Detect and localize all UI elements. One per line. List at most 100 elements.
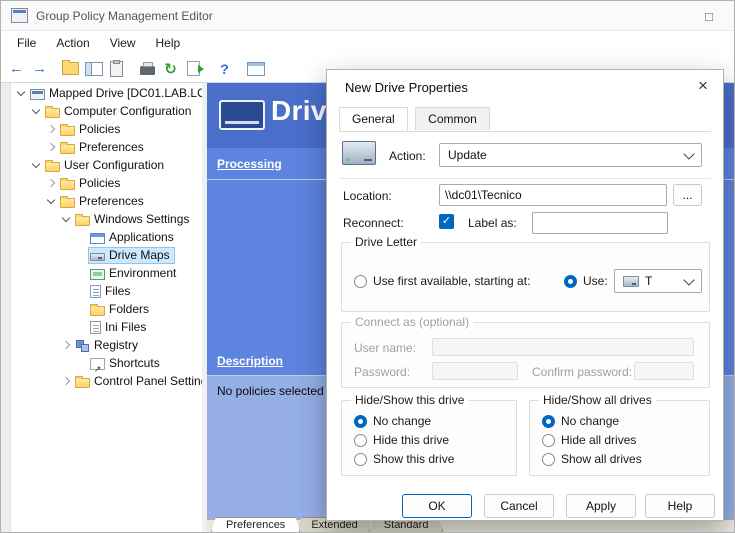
- folder-icon: [60, 180, 75, 190]
- tree-item-computer-configuration[interactable]: Computer Configuration: [11, 102, 202, 120]
- action-select[interactable]: Update: [439, 143, 702, 167]
- tree-item-applications[interactable]: Applications: [11, 228, 202, 246]
- menu-view[interactable]: View: [100, 32, 146, 54]
- back-icon[interactable]: ←: [5, 57, 28, 80]
- confirm-password-label: Confirm password:: [532, 365, 632, 379]
- ini-file-icon: [90, 321, 101, 334]
- chevron-down-icon[interactable]: [30, 156, 43, 174]
- radio-all-no-change[interactable]: No change: [542, 413, 619, 429]
- radio-icon: [542, 453, 555, 466]
- tree-item-ini-files[interactable]: Ini Files: [11, 318, 202, 336]
- tree-item-control-panel-settings[interactable]: Control Panel Setting: [11, 372, 202, 390]
- tab-preferences[interactable]: Preferences: [211, 517, 300, 532]
- label-as-input[interactable]: [532, 212, 668, 234]
- ok-button[interactable]: OK: [402, 494, 472, 518]
- print-icon[interactable]: [136, 57, 159, 80]
- hide-show-all-drives-group: Hide/Show all drives No change Hide all …: [529, 400, 710, 476]
- selected-tree-item[interactable]: Drive Maps: [88, 247, 175, 264]
- chevron-down-icon[interactable]: [60, 210, 73, 228]
- tab-common[interactable]: Common: [415, 107, 490, 130]
- menu-help[interactable]: Help: [146, 32, 191, 54]
- folder-icon: [45, 162, 60, 172]
- console-icon: [30, 89, 45, 100]
- chevron-down-icon: [683, 148, 694, 159]
- export-list-icon[interactable]: [182, 57, 205, 80]
- drive-letter-group: Drive Letter Use first available, starti…: [341, 242, 710, 312]
- radio-show-this-drive[interactable]: Show this drive: [354, 451, 454, 467]
- processing-link[interactable]: Processing: [217, 157, 282, 171]
- folder-icon: [60, 198, 75, 208]
- app-window: Group Policy Management Editor □ File Ac…: [0, 0, 735, 533]
- tree-item-shortcuts[interactable]: ↗Shortcuts: [11, 354, 202, 372]
- connect-as-group-title: Connect as (optional): [351, 315, 473, 329]
- location-label: Location:: [343, 189, 392, 203]
- help-button[interactable]: Help: [645, 494, 715, 518]
- forward-icon[interactable]: →: [28, 57, 51, 80]
- action-label: Action:: [389, 149, 426, 163]
- browse-button[interactable]: ...: [673, 184, 702, 206]
- chevron-right-icon[interactable]: [45, 174, 58, 192]
- refresh-icon[interactable]: ↻: [159, 57, 182, 80]
- tree-item-folders[interactable]: Folders: [11, 300, 202, 318]
- folder-icon: [90, 306, 105, 316]
- chevron-right-icon[interactable]: [45, 120, 58, 138]
- tree-item-user-policies[interactable]: Policies: [11, 174, 202, 192]
- tree-item-drive-maps[interactable]: Drive Maps: [11, 246, 202, 264]
- tree-item-computer-policies[interactable]: Policies: [11, 120, 202, 138]
- drive-maps-icon: [219, 100, 265, 130]
- tree-item-windows-settings[interactable]: Windows Settings: [11, 210, 202, 228]
- console-tree: Mapped Drive [DC01.LAB.LOCA Computer Con…: [11, 84, 202, 532]
- chevron-right-icon[interactable]: [60, 336, 73, 354]
- chevron-down-icon[interactable]: [45, 192, 58, 210]
- maximize-button[interactable]: □: [698, 6, 720, 26]
- chevron-down-icon[interactable]: [30, 102, 43, 120]
- help-icon[interactable]: ?: [213, 57, 236, 80]
- menu-action[interactable]: Action: [46, 32, 99, 54]
- chevron-right-icon[interactable]: [60, 372, 73, 390]
- chevron-down-icon: [683, 274, 694, 285]
- tree-item-user-configuration[interactable]: User Configuration: [11, 156, 202, 174]
- hide-show-all-drives-title: Hide/Show all drives: [539, 393, 656, 407]
- chevron-down-icon[interactable]: [15, 84, 28, 102]
- title-bar: Group Policy Management Editor: [1, 1, 734, 31]
- tree-item-registry[interactable]: Registry: [11, 336, 202, 354]
- radio-hide-this-drive[interactable]: Hide this drive: [354, 432, 449, 448]
- connect-as-group: Connect as (optional) User name: Passwor…: [341, 322, 710, 388]
- up-one-level-icon[interactable]: [59, 57, 82, 80]
- reconnect-checkbox[interactable]: ✓: [439, 214, 454, 229]
- new-drive-properties-dialog: New Drive Properties × General Common Ac…: [326, 69, 724, 521]
- menu-file[interactable]: File: [7, 32, 46, 54]
- radio-icon: [354, 275, 367, 288]
- apply-button[interactable]: Apply: [566, 494, 636, 518]
- tree-item-user-preferences[interactable]: Preferences: [11, 192, 202, 210]
- radio-show-all-drives[interactable]: Show all drives: [542, 451, 642, 467]
- separator: [339, 178, 711, 179]
- properties-icon[interactable]: [105, 57, 128, 80]
- description-link[interactable]: Description: [217, 354, 283, 368]
- radio-use-first-available[interactable]: Use first available, starting at:: [354, 273, 530, 289]
- folder-icon: [45, 108, 60, 118]
- radio-hide-all-drives[interactable]: Hide all drives: [542, 432, 636, 448]
- close-icon[interactable]: ×: [687, 72, 719, 100]
- tree-item-computer-preferences[interactable]: Preferences: [11, 138, 202, 156]
- radio-use[interactable]: Use:: [564, 273, 608, 289]
- reconnect-label: Reconnect:: [343, 216, 404, 230]
- radio-icon: [542, 434, 555, 447]
- radio-this-no-change[interactable]: No change: [354, 413, 431, 429]
- environment-icon: [90, 269, 105, 280]
- drive-letter-select[interactable]: T: [614, 269, 702, 293]
- location-input[interactable]: [439, 184, 667, 206]
- cancel-button[interactable]: Cancel: [484, 494, 554, 518]
- chevron-right-icon[interactable]: [45, 138, 58, 156]
- radio-icon: [564, 275, 577, 288]
- tree-item-files[interactable]: Files: [11, 282, 202, 300]
- file-icon: [90, 285, 101, 298]
- folder-icon: [60, 144, 75, 154]
- console-tree-icon[interactable]: [82, 57, 105, 80]
- hide-show-this-drive-group: Hide/Show this drive No change Hide this…: [341, 400, 517, 476]
- tree-item-environment[interactable]: Environment: [11, 264, 202, 282]
- tree-item-root[interactable]: Mapped Drive [DC01.LAB.LOCA: [11, 84, 202, 102]
- filter-icon[interactable]: [244, 57, 267, 80]
- tab-general[interactable]: General: [339, 107, 408, 131]
- application-icon: [90, 233, 105, 244]
